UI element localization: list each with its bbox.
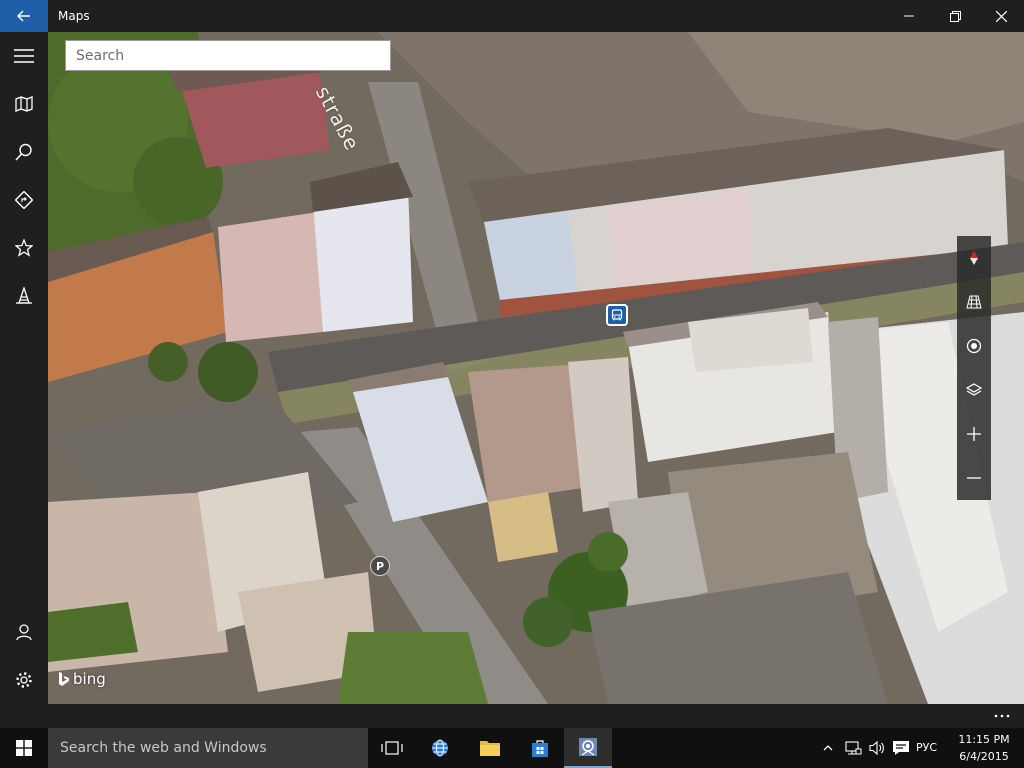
file-explorer-button[interactable] — [466, 728, 514, 768]
search-box[interactable] — [65, 40, 391, 71]
volume-tray-button[interactable] — [866, 728, 888, 768]
aerial-imagery — [48, 32, 1024, 704]
notifications-icon — [893, 741, 909, 755]
clock-time: 11:15 PM — [958, 733, 1010, 746]
account-button[interactable] — [0, 608, 48, 656]
bus-icon — [611, 309, 623, 321]
zoom-in-button[interactable] — [957, 412, 991, 456]
settings-button[interactable] — [0, 656, 48, 704]
search-input[interactable] — [66, 41, 390, 70]
map-icon — [15, 96, 33, 112]
speaker-icon — [869, 740, 884, 756]
system-clock[interactable]: 11:15 PM 6/4/2015 — [952, 731, 1016, 765]
restore-icon — [949, 10, 961, 22]
browser-globe-icon — [432, 739, 448, 757]
tilt-icon — [966, 295, 982, 309]
bing-logo-icon — [59, 672, 69, 686]
bus-stop-marker[interactable] — [606, 304, 628, 326]
search-button[interactable] — [0, 128, 48, 176]
plus-icon — [967, 427, 981, 441]
start-button[interactable] — [0, 728, 48, 768]
chevron-up-icon — [823, 745, 833, 751]
nav-rail — [0, 32, 48, 704]
taskbar-search-input[interactable] — [48, 728, 368, 768]
taskbar-search-box[interactable] — [48, 728, 368, 768]
hamburger-menu-button[interactable] — [0, 32, 48, 80]
title-bar: Maps — [0, 0, 1024, 32]
favorites-button[interactable] — [0, 224, 48, 272]
input-language-indicator[interactable]: РУС — [916, 728, 937, 768]
network-icon — [845, 741, 862, 755]
taskbar: РУС 11:15 PM 6/4/2015 — [0, 728, 1024, 768]
bing-logo: bing — [58, 670, 106, 688]
settings-icon — [16, 672, 32, 688]
close-icon — [995, 10, 1007, 22]
windows-logo-icon — [16, 740, 32, 756]
back-arrow-icon — [17, 10, 30, 22]
action-center-button[interactable] — [890, 728, 912, 768]
3d-cities-icon — [16, 287, 32, 304]
app-bar — [0, 704, 1024, 728]
close-button[interactable] — [978, 0, 1024, 32]
account-icon — [16, 624, 32, 641]
clock-date: 6/4/2015 — [959, 750, 1009, 763]
layers-icon — [966, 383, 982, 396]
favorites-icon — [15, 239, 33, 257]
map-button[interactable] — [0, 80, 48, 128]
more-icon — [994, 714, 1010, 718]
bing-wordmark: bing — [73, 670, 106, 688]
task-view-icon — [381, 741, 403, 755]
zoom-out-button[interactable] — [957, 456, 991, 500]
locate-icon — [966, 338, 982, 354]
compass-icon — [970, 251, 978, 265]
locate-me-button[interactable] — [957, 324, 991, 368]
hamburger-icon — [14, 49, 34, 63]
edge-browser-button[interactable] — [416, 728, 464, 768]
network-tray-button[interactable] — [842, 728, 864, 768]
search-icon — [15, 143, 32, 161]
more-options-button[interactable] — [994, 706, 1010, 722]
store-button[interactable] — [516, 728, 564, 768]
directions-button[interactable] — [0, 176, 48, 224]
minimize-button[interactable] — [886, 0, 932, 32]
folder-icon — [480, 741, 500, 756]
back-button[interactable] — [0, 0, 48, 32]
store-bag-icon — [532, 740, 548, 757]
tilt-button[interactable] — [957, 280, 991, 324]
compass-button[interactable] — [957, 236, 991, 280]
maps-camera-icon — [579, 738, 597, 756]
task-view-button[interactable] — [368, 728, 416, 768]
directions-icon — [15, 191, 33, 209]
app-title: Maps — [58, 9, 90, 23]
map-layers-button[interactable] — [957, 368, 991, 412]
minus-icon — [967, 477, 981, 479]
restore-button[interactable] — [932, 0, 978, 32]
show-hidden-icons-button[interactable] — [820, 728, 836, 768]
map-view[interactable]: straße P bing — [48, 32, 1024, 704]
3d-cities-button[interactable] — [0, 272, 48, 320]
map-controls — [957, 236, 991, 500]
maps-app-taskbar-button[interactable] — [564, 728, 612, 768]
minimize-icon — [904, 15, 914, 17]
parking-marker[interactable]: P — [370, 556, 390, 576]
